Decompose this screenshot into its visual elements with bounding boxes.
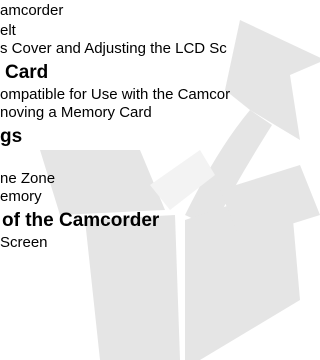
section-heading-card: Card (5, 62, 49, 83)
line-0: amcorder (0, 2, 64, 19)
line-5: noving a Memory Card (0, 104, 152, 121)
line-1: elt (0, 22, 16, 39)
section-heading-camcorder: of the Camcorder (2, 210, 160, 231)
line-7: ne Zone (0, 170, 56, 187)
section-heading-settings: gs (0, 126, 23, 147)
line-10: Screen (0, 234, 48, 251)
line-4: ompatible for Use with the Camcor (0, 86, 231, 103)
line-8: emory (0, 188, 42, 205)
line-2: s Cover and Adjusting the LCD Sc (0, 40, 227, 57)
